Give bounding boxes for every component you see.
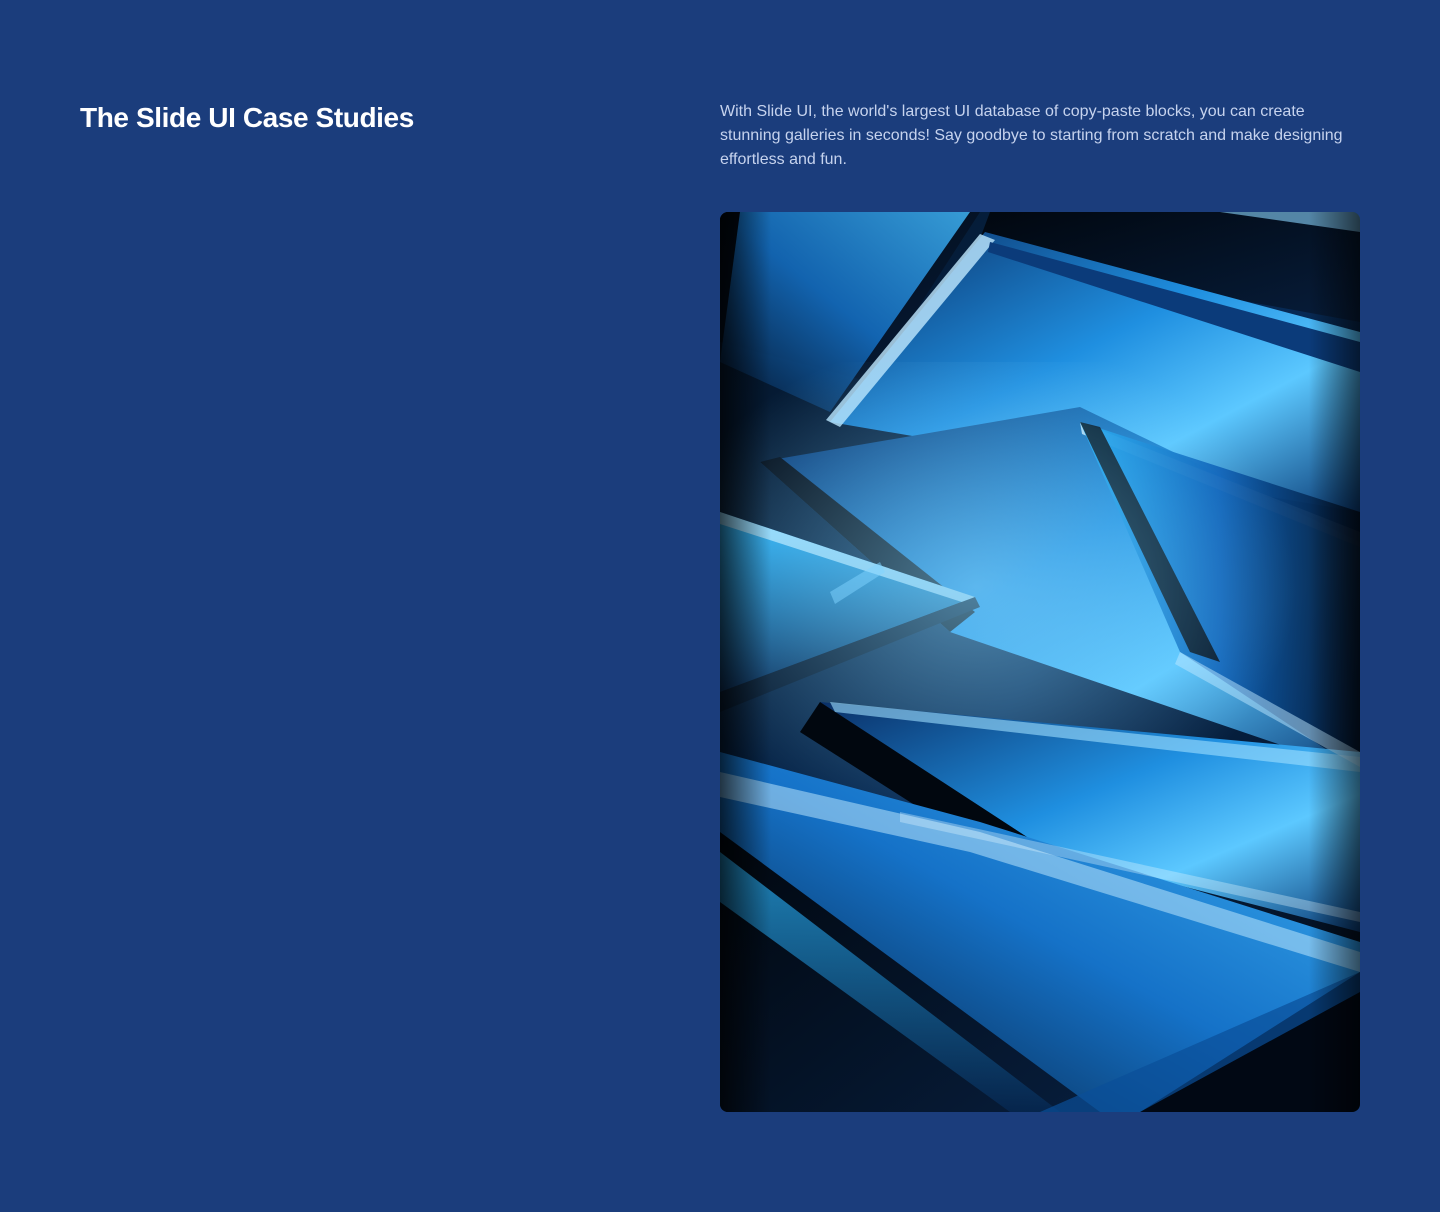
abstract-glass-shards-illustration	[720, 212, 1360, 1112]
section-description: With Slide UI, the world's largest UI da…	[720, 103, 1343, 168]
gallery-image	[720, 212, 1360, 1112]
section-title: The Slide UI Case Studies	[80, 102, 414, 133]
case-studies-section: The Slide UI Case Studies With Slide UI,…	[0, 0, 1440, 1212]
